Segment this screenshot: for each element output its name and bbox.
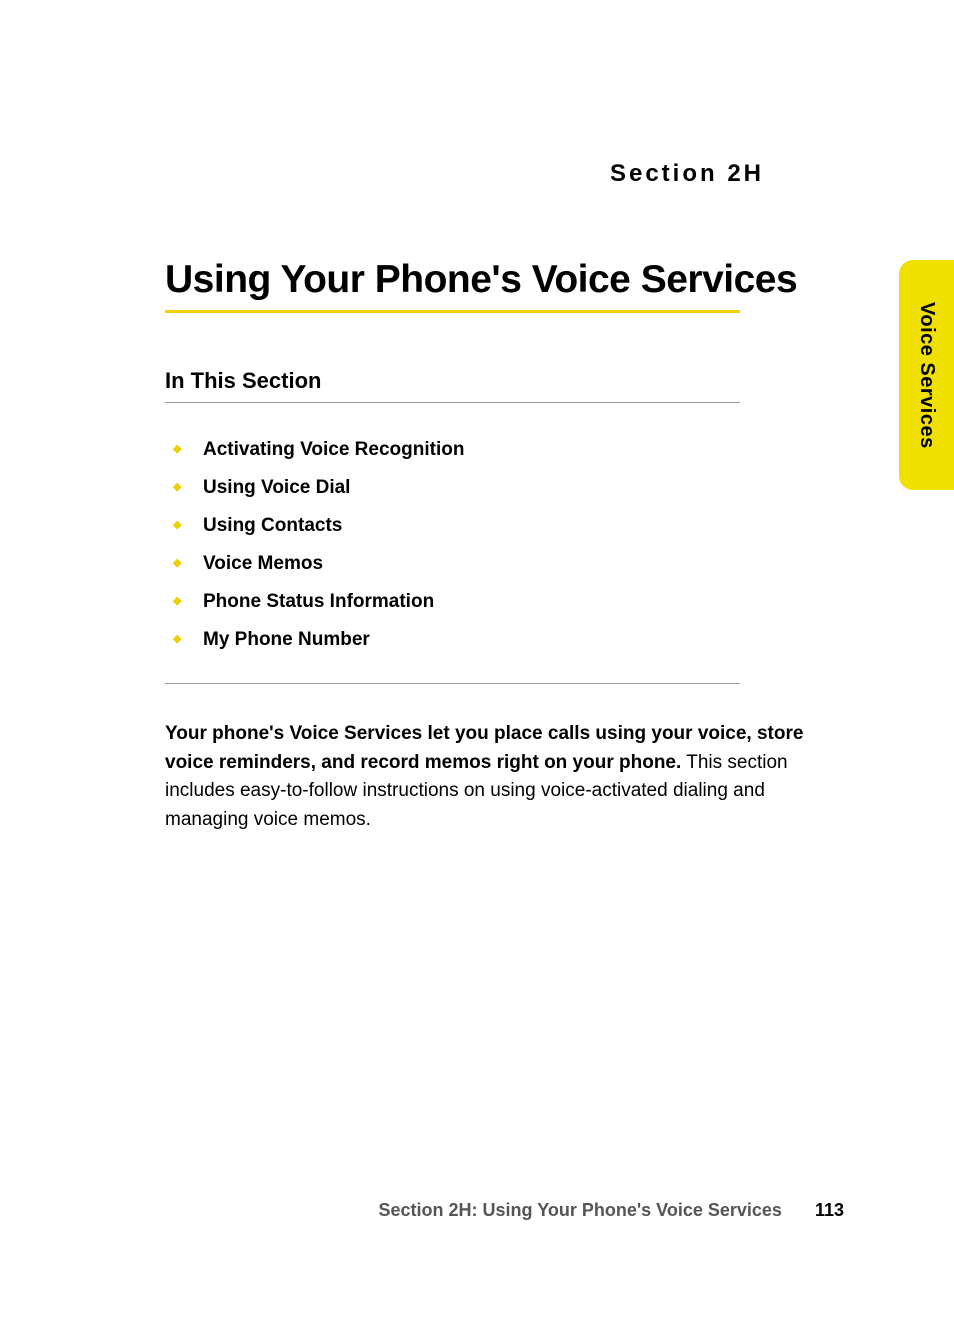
toc-list: Activating Voice Recognition Using Voice… <box>165 431 834 659</box>
list-item: Using Contacts <box>165 507 834 545</box>
subsection-rule-top <box>165 402 740 403</box>
list-item: Activating Voice Recognition <box>165 431 834 469</box>
side-tab-label: Voice Services <box>915 302 938 449</box>
list-item: Using Voice Dial <box>165 469 834 507</box>
page-title: Using Your Phone's Voice Services <box>165 258 834 302</box>
list-item: My Phone Number <box>165 621 834 659</box>
side-tab: Voice Services <box>899 260 954 490</box>
section-label: Section 2H <box>165 160 764 188</box>
list-item: Phone Status Information <box>165 583 834 621</box>
page-number: 113 <box>815 1200 844 1220</box>
document-page: Section 2H Using Your Phone's Voice Serv… <box>0 0 954 1336</box>
subsection-rule-bottom <box>165 683 740 684</box>
subsection-title: In This Section <box>165 368 834 394</box>
list-item: Voice Memos <box>165 545 834 583</box>
title-underline <box>165 310 740 313</box>
intro-paragraph: Your phone's Voice Services let you plac… <box>165 720 834 834</box>
footer-text: Section 2H: Using Your Phone's Voice Ser… <box>379 1200 782 1220</box>
page-footer: Section 2H: Using Your Phone's Voice Ser… <box>0 1200 844 1221</box>
